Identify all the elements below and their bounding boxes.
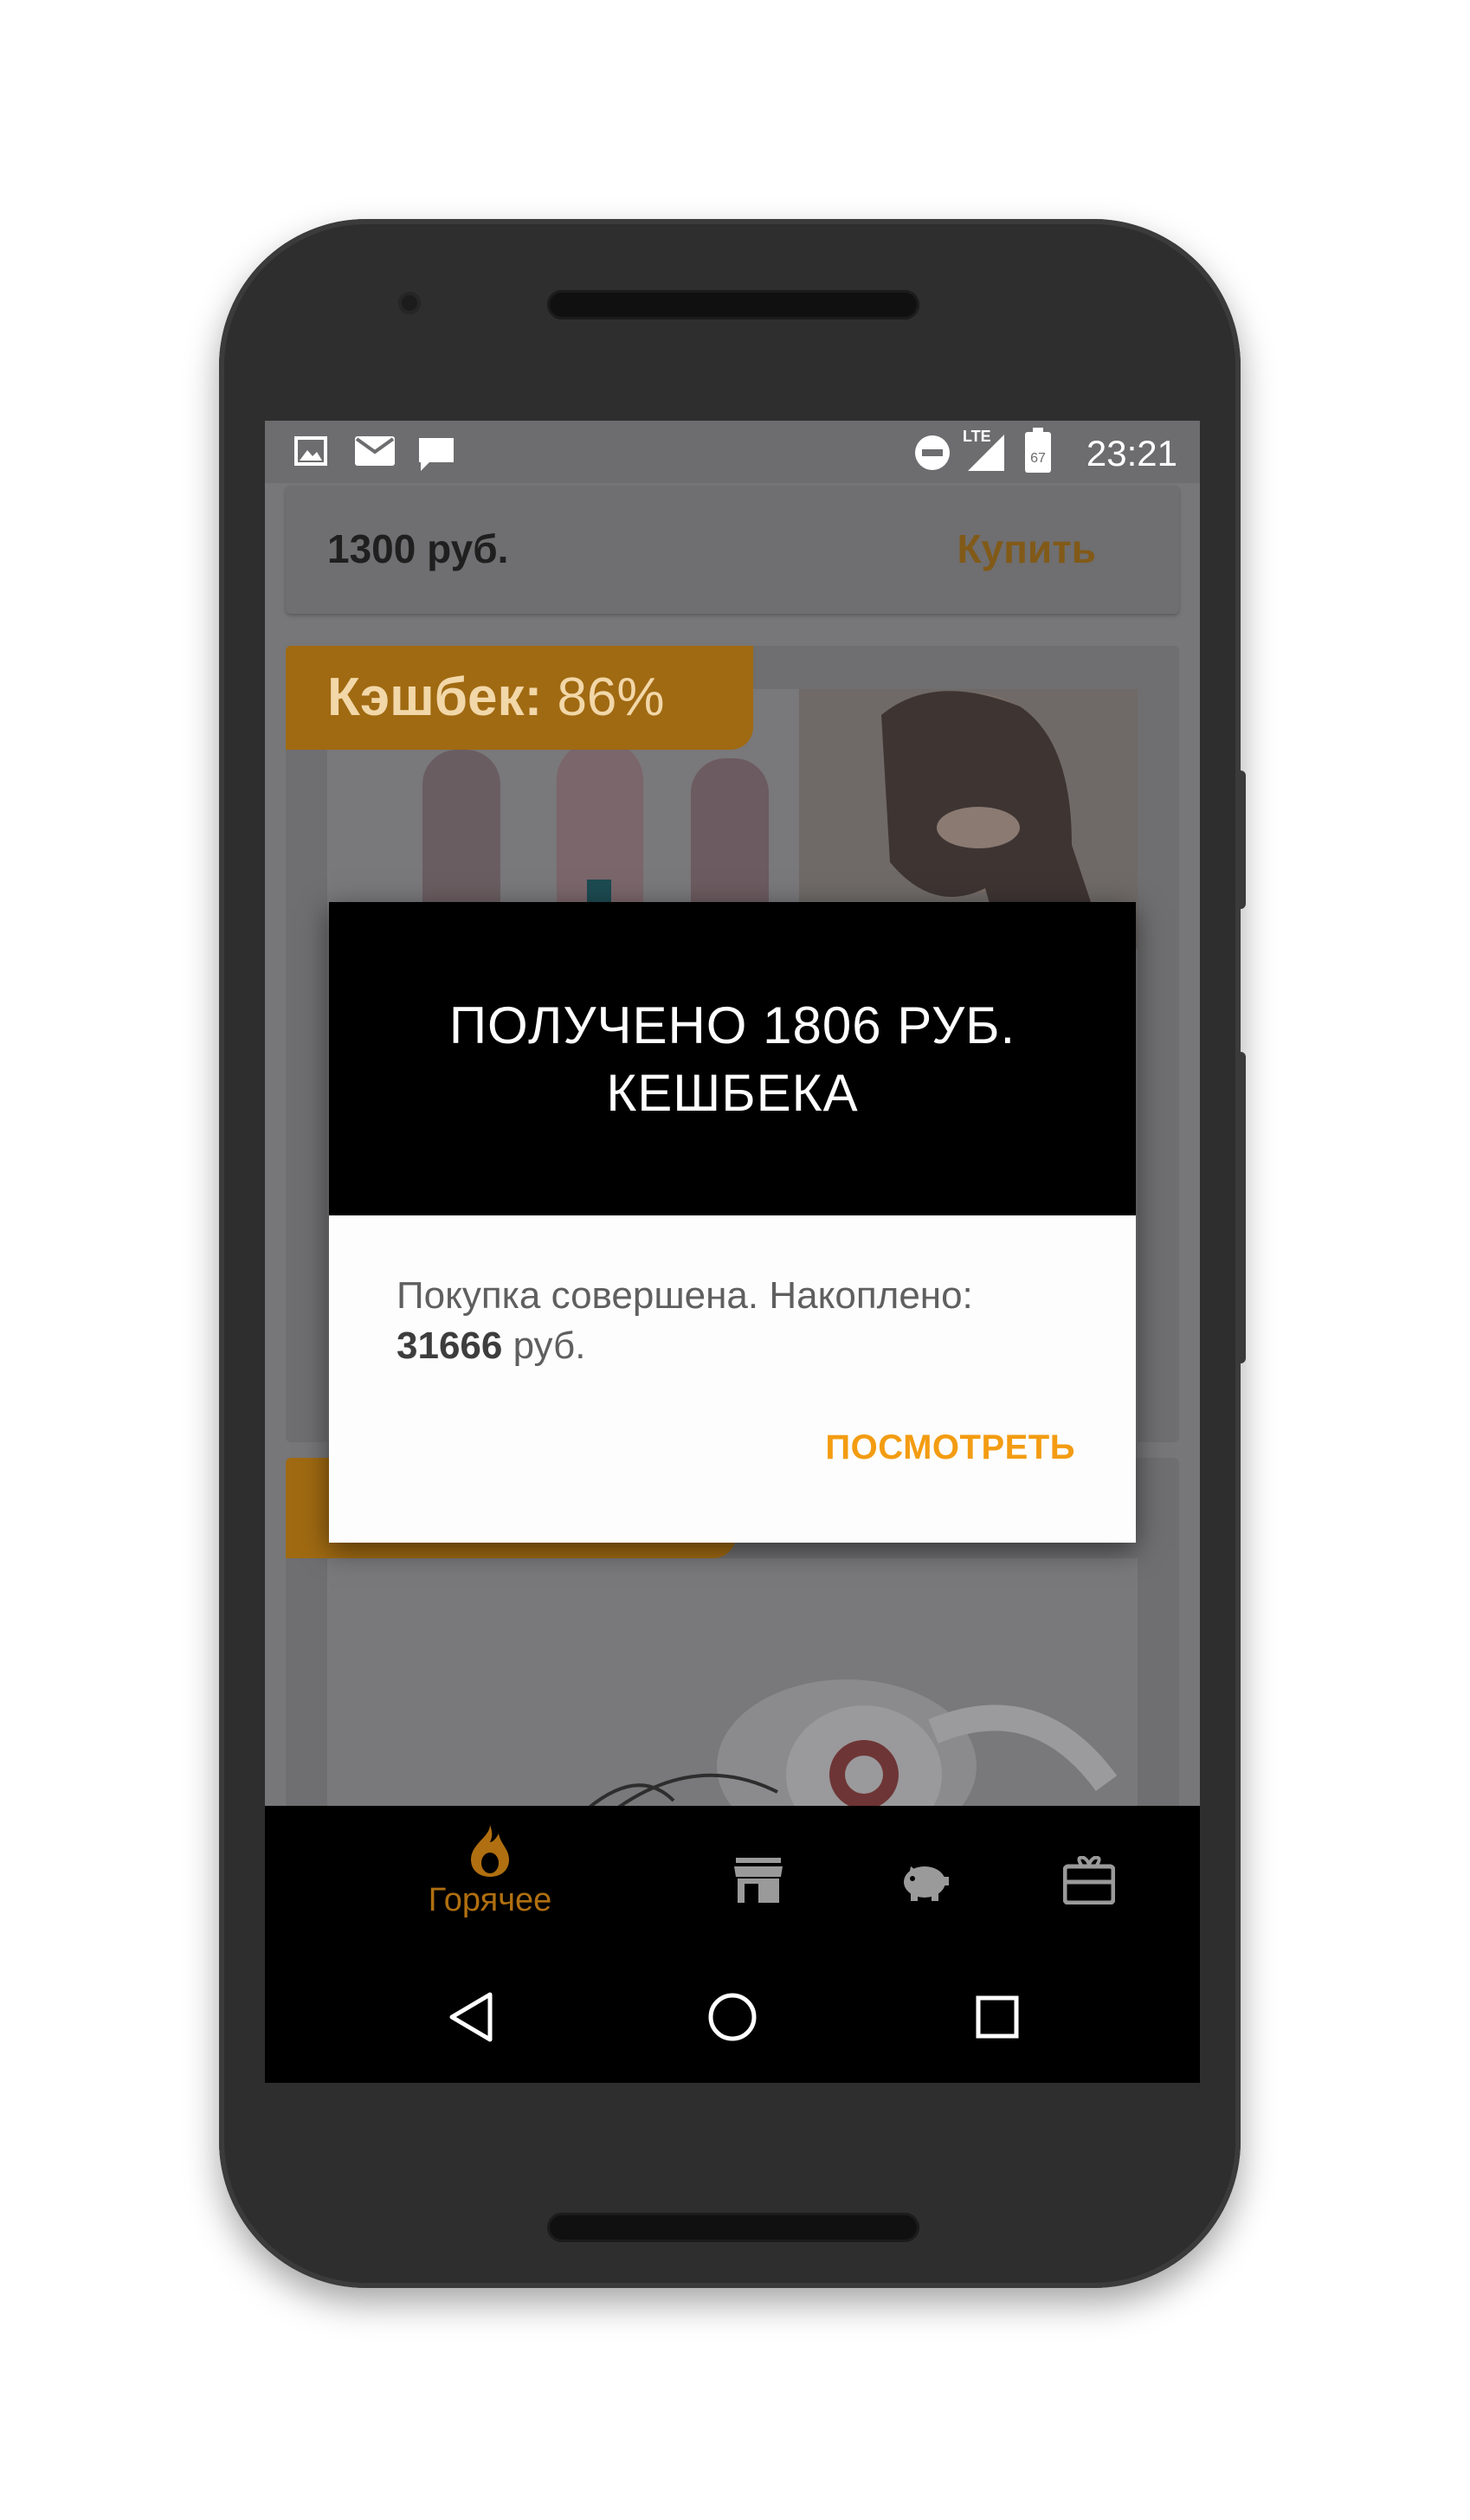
dialog-message-text: Покупка совершена. Накоплено:	[397, 1274, 973, 1317]
dnd-icon	[915, 435, 950, 470]
gallery-icon	[294, 436, 327, 466]
dialog-title-line2: КЕШБЕКА	[606, 1064, 859, 1122]
dialog-title: ПОЛУЧЕНО 1806 РУБ. КЕШБЕКА	[329, 992, 1136, 1127]
cashback-label: Кэшбек:	[327, 667, 543, 727]
clock: 23:21	[1086, 433, 1177, 474]
tab-hot[interactable]: Горячее	[395, 1823, 585, 1944]
offer-card: 1300 руб. Купить	[286, 486, 1179, 614]
store-icon	[734, 1858, 783, 1903]
top-speaker	[547, 290, 919, 319]
back-icon[interactable]	[447, 1991, 495, 2043]
cashback-badge: Кэшбек: 86%	[286, 646, 753, 750]
tab-savings[interactable]	[899, 1856, 951, 1905]
power-button	[1235, 770, 1246, 909]
message-icon	[419, 438, 454, 471]
system-nav-bar	[265, 1951, 1200, 2083]
mail-icon	[355, 436, 395, 466]
bottom-tab-bar: Горячее	[265, 1806, 1200, 1951]
dialog-title-line1: ПОЛУЧЕНО 1806 РУБ.	[448, 996, 1016, 1054]
home-icon[interactable]	[706, 1991, 758, 2043]
cashback-dialog: ПОЛУЧЕНО 1806 РУБ. КЕШБЕКА Покупка совер…	[329, 902, 1136, 1543]
tab-gifts[interactable]	[1062, 1855, 1116, 1905]
signal-icon	[968, 435, 1004, 471]
headphones-illustration	[327, 1558, 1138, 1821]
dialog-header: ПОЛУЧЕНО 1806 РУБ. КЕШБЕКА	[329, 902, 1136, 1215]
buy-button[interactable]: Купить	[957, 525, 1096, 572]
volume-button	[1235, 1052, 1246, 1363]
tab-stores[interactable]	[732, 1856, 784, 1905]
dialog-body: Покупка совершена. Накоплено: 31666 руб.…	[329, 1215, 1136, 1543]
accumulated-amount: 31666	[397, 1324, 503, 1367]
battery-icon: 67	[1025, 428, 1051, 473]
offer-price: 1300 руб.	[327, 526, 509, 571]
tab-hot-label: Горячее	[428, 1882, 552, 1918]
bottom-speaker	[547, 2213, 919, 2242]
dialog-message: Покупка совершена. Накоплено: 31666 руб.	[397, 1271, 1089, 1371]
gift-card-icon	[1062, 1855, 1116, 1905]
amount-currency: руб.	[502, 1324, 586, 1367]
front-camera	[398, 292, 421, 314]
product-image	[327, 1558, 1138, 1821]
svg-text:67: 67	[1030, 451, 1046, 466]
recents-icon[interactable]	[975, 1995, 1020, 2040]
flame-icon	[471, 1825, 509, 1877]
status-bar: LTE 67 23:21	[265, 421, 1200, 483]
view-button[interactable]: ПОСМОТРЕТЬ	[825, 1428, 1075, 1467]
screen: LTE 67 23:21 1300 руб. Купить Кэшбек: 86…	[265, 421, 1200, 2083]
cashback-percent: 86%	[557, 667, 665, 727]
piggy-bank-icon	[904, 1866, 949, 1901]
